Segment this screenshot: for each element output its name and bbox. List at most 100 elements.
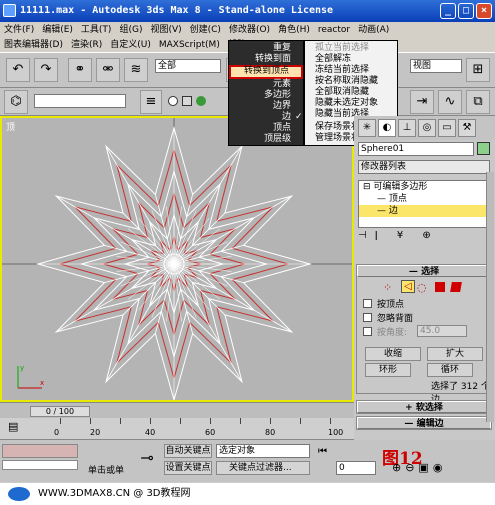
hierarchy-tab-icon[interactable]: ⊥ <box>398 119 416 137</box>
command-panel-scrollbar[interactable] <box>486 172 494 422</box>
menu-item-edge[interactable]: 边 <box>229 112 303 123</box>
menu-file[interactable]: 文件(F) <box>0 22 38 38</box>
layers-icon[interactable]: ≡ <box>140 90 162 114</box>
edge-mode-icon[interactable]: ◁ <box>401 280 415 293</box>
track-bar[interactable]: ▤ 0 20 40 60 80 100 <box>0 418 354 440</box>
viewport-navigation-icons[interactable]: ⊕⊖▣◉ <box>392 461 488 477</box>
element-mode-icon[interactable] <box>450 282 462 292</box>
top-viewport[interactable] <box>0 116 354 402</box>
time-slider[interactable]: 0 / 100 <box>30 406 90 417</box>
check-icon: ✓ <box>295 112 303 122</box>
by-angle-checkbox[interactable] <box>363 327 372 336</box>
menu-item-freeze-selection[interactable]: 冻结当前选择 <box>305 65 397 76</box>
schematic-icon[interactable]: ⧉ <box>466 90 490 114</box>
tick-label: 20 <box>90 428 101 437</box>
viewport-label[interactable]: 顶 <box>6 120 15 133</box>
auto-key-button[interactable]: 自动关键点 <box>164 444 212 458</box>
ignore-backfacing-checkbox[interactable] <box>363 313 372 322</box>
stack-item-vertex[interactable]: — 顶点 <box>359 193 489 205</box>
border-mode-icon[interactable]: ◌ <box>417 281 431 294</box>
stack-tools-icons[interactable]: ⊣ǀ ¥ ⊕ <box>358 230 490 244</box>
menu-item-vertex[interactable]: 顶点 <box>229 123 303 134</box>
title-bar: 11111.max - Autodesk 3ds Max 8 - Stand-a… <box>0 0 495 22</box>
menu-rendering[interactable]: 渲染(R) <box>67 38 106 52</box>
loop-button[interactable]: 循环 <box>427 363 473 377</box>
close-button[interactable]: × <box>476 3 492 19</box>
pivot-icon[interactable]: ⊞ <box>466 58 490 82</box>
menu-customize[interactable]: 自定义(U) <box>106 38 155 52</box>
edit-edges-rollout[interactable]: — 编辑边 <box>356 416 492 430</box>
menu-item-polygon[interactable]: 多边形 <box>229 90 303 101</box>
reference-coord-dropdown[interactable]: 视图 <box>410 59 462 73</box>
menu-maxscript[interactable]: MAXScript(M) <box>155 38 224 52</box>
curve-editor-icon[interactable]: ∿ <box>438 90 462 114</box>
set-key-button[interactable]: 设置关键点 <box>164 461 212 475</box>
redo-icon[interactable]: ↷ <box>34 58 58 82</box>
tick-label: 40 <box>145 428 156 437</box>
soft-selection-header[interactable]: + 软选择 <box>357 401 491 413</box>
utilities-tab-icon[interactable]: ⚒ <box>458 119 476 137</box>
menu-item-hide-unselected[interactable]: 隐藏未选定对象 <box>305 98 397 109</box>
create-tab-icon[interactable]: ✳ <box>358 119 376 137</box>
ring-button[interactable]: 环形 <box>365 363 411 377</box>
minimize-button[interactable]: _ <box>440 3 456 19</box>
vertex-mode-icon[interactable]: ⁘ <box>383 281 397 294</box>
edit-edges-header[interactable]: — 编辑边 <box>357 417 491 429</box>
polygon-mode-icon[interactable] <box>435 282 445 292</box>
object-name-field[interactable]: Sphere01 <box>358 142 474 156</box>
maxscript-listener-field[interactable] <box>2 444 78 458</box>
selection-filter-dropdown[interactable]: 全部 <box>155 59 221 73</box>
menu-reactor[interactable]: reactor <box>314 22 354 38</box>
layer-color-icon[interactable] <box>196 96 206 106</box>
menu-views[interactable]: 视图(V) <box>146 22 185 38</box>
soft-selection-rollout[interactable]: + 软选择 <box>356 400 492 414</box>
menu-character[interactable]: 角色(H) <box>274 22 314 38</box>
menu-item-repeat[interactable]: 重复 <box>229 43 303 54</box>
menu-item-top-level[interactable]: 顶层级 <box>229 134 303 145</box>
modify-tab-icon[interactable]: ◐ <box>378 119 396 137</box>
unlink-icon[interactable]: ⚮ <box>96 58 120 82</box>
menu-item-convert-to-face[interactable]: 转换到面 <box>229 54 303 65</box>
by-vertex-checkbox[interactable] <box>363 299 372 308</box>
motion-tab-icon[interactable]: ◎ <box>418 119 436 137</box>
timeline-config-icon[interactable]: ▤ <box>8 420 28 436</box>
freeze-icon[interactable] <box>182 96 192 106</box>
eye-icon[interactable] <box>168 96 178 106</box>
menu-item-element[interactable]: 元素 <box>229 79 303 90</box>
menu-modifiers[interactable]: 修改器(O) <box>225 22 274 38</box>
align-icon[interactable]: ⇥ <box>410 90 434 114</box>
menu-tools[interactable]: 工具(T) <box>77 22 116 38</box>
menu-animation[interactable]: 动画(A) <box>354 22 393 38</box>
menu-item-unhide-all[interactable]: 全部取消隐藏 <box>305 87 397 98</box>
stack-item-edge[interactable]: — 边 <box>359 205 489 217</box>
display-tab-icon[interactable]: ▭ <box>438 119 456 137</box>
key-filters-button[interactable]: 关键点过滤器... <box>216 461 310 475</box>
object-color-swatch[interactable] <box>477 142 490 155</box>
link-icon[interactable]: ⚭ <box>68 58 92 82</box>
key-icon[interactable]: ⊸ <box>136 448 158 470</box>
menu-item-unhide-by-name[interactable]: 按名称取消隐藏 <box>305 76 397 87</box>
menu-item-convert-to-vertex[interactable]: 转换到顶点 <box>229 65 303 79</box>
shrink-button[interactable]: 收缩 <box>365 347 421 361</box>
menu-item-border[interactable]: 边界 <box>229 101 303 112</box>
modifier-list-dropdown[interactable]: 修改器列表 <box>358 160 490 174</box>
undo-icon[interactable]: ↶ <box>6 58 30 82</box>
menu-item-isolate[interactable]: 孤立当前选择 <box>305 43 397 54</box>
menu-group[interactable]: 组(G) <box>115 22 146 38</box>
menu-graph-editors[interactable]: 图表编辑器(D) <box>0 38 67 52</box>
grow-button[interactable]: 扩大 <box>427 347 483 361</box>
named-selection-icon[interactable]: ⌬ <box>4 90 28 114</box>
current-frame-field[interactable]: 0 <box>336 461 376 475</box>
stack-item-editable-poly[interactable]: ⊟ 可编辑多边形 <box>359 181 489 193</box>
angle-spinner[interactable]: 45.0 <box>417 325 467 337</box>
menu-edit[interactable]: 编辑(E) <box>38 22 77 38</box>
go-to-start-icon[interactable]: ⏮ <box>318 446 334 458</box>
key-mode-dropdown[interactable]: 选定对象 <box>216 444 310 458</box>
bind-space-warp-icon[interactable]: ≋ <box>124 58 148 82</box>
maxscript-output-field[interactable] <box>2 460 78 470</box>
menu-item-unfreeze-all[interactable]: 全部解冻 <box>305 54 397 65</box>
selection-rollout-header[interactable]: — 选择 <box>357 265 491 277</box>
menu-create[interactable]: 创建(C) <box>186 22 225 38</box>
maximize-button[interactable]: □ <box>458 3 474 19</box>
named-selection-dropdown[interactable] <box>34 94 126 108</box>
